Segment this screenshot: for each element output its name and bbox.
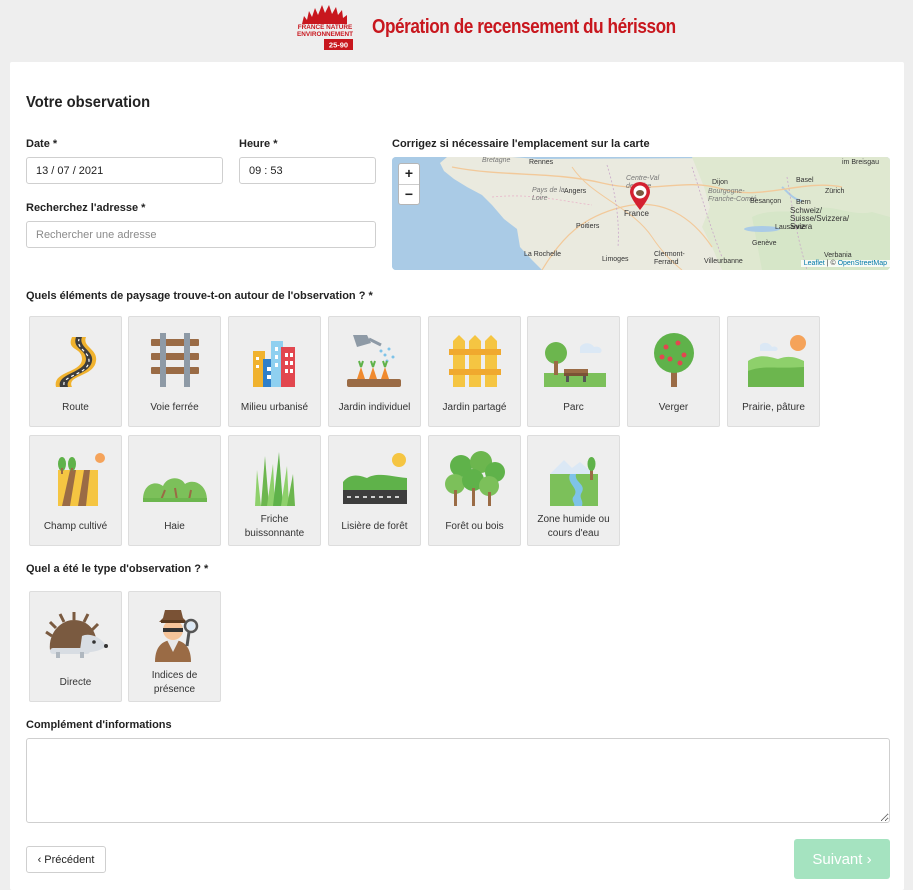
landscape-option-jardin-partage[interactable]: Jardin partagé: [428, 316, 521, 427]
map-place-poitiers: Poitiers: [576, 223, 600, 230]
map-zoom-control: + −: [398, 163, 420, 205]
tile-label: Voie ferrée: [150, 402, 199, 413]
section-title: Votre observation: [26, 94, 151, 111]
tile-label: Jardin partagé: [442, 402, 507, 413]
hedge-icon: [142, 478, 207, 502]
map-place-dijon: Dijon: [712, 179, 728, 186]
tile-label: Zone humide ou cours d'eau: [537, 514, 610, 539]
tile-label: Route: [62, 402, 89, 413]
tile-label: Champ cultivé: [43, 521, 108, 532]
tile-label: Prairie, pâture: [742, 402, 805, 413]
logo-line-1: FRANCE NATURE: [298, 24, 353, 31]
observation-option-indices[interactable]: Indices de présence: [128, 591, 221, 702]
forest-edge-icon: [342, 453, 407, 504]
observation-option-directe[interactable]: Directe: [29, 591, 122, 702]
map-place-villeurbanne: Villeurbanne: [704, 258, 743, 265]
tile-label: Lisière de forêt: [341, 521, 408, 532]
map-place-basel: Basel: [796, 177, 814, 184]
landscape-label: Quels éléments de paysage trouve-t-on au…: [26, 290, 373, 302]
fence-icon: [448, 335, 501, 387]
map-place-pays-loire: Pays de la Loire: [532, 187, 565, 202]
osm-link[interactable]: OpenStreetMap: [838, 260, 887, 267]
date-input[interactable]: [26, 157, 223, 184]
tile-label: Forêt ou bois: [445, 521, 504, 532]
forest-icon: [444, 451, 505, 506]
next-button[interactable]: Suivant ›: [794, 839, 890, 879]
landscape-option-voie-ferree[interactable]: Voie ferrée: [128, 316, 221, 427]
map-place-bretagne: Bretagne: [482, 157, 511, 164]
complement-textarea[interactable]: [26, 738, 890, 823]
map-label: Corrigez si nécessaire l'emplacement sur…: [392, 138, 650, 150]
logo-line-3: 25-90: [329, 41, 348, 50]
tile-label: Parc: [563, 402, 584, 413]
fne-logo-icon: FRANCE NATURE ENVIRONNEMENT 25-90: [297, 5, 353, 50]
detective-icon: [154, 610, 198, 662]
hedgehog-icon: [44, 612, 108, 658]
zoom-in-button[interactable]: +: [399, 164, 419, 184]
time-input[interactable]: [239, 157, 376, 184]
tile-label: Milieu urbanisé: [240, 402, 309, 413]
landscape-option-prairie[interactable]: Prairie, pâture: [727, 316, 820, 427]
landscape-option-parc[interactable]: Parc: [527, 316, 620, 427]
city-icon: [252, 341, 295, 387]
orchard-tree-icon: [653, 333, 694, 387]
wetland-icon: [549, 457, 598, 506]
landscape-option-zone-humide[interactable]: Zone humide ou cours d'eau: [527, 435, 620, 546]
landscape-option-friche[interactable]: Friche buissonnante: [228, 435, 321, 546]
map-place-clermont: Clermont-Ferrand: [654, 251, 685, 266]
landscape-option-lisiere[interactable]: Lisière de forêt: [328, 435, 421, 546]
map-marker-icon[interactable]: [628, 181, 652, 211]
landscape-option-milieu-urbanise[interactable]: Milieu urbanisé: [228, 316, 321, 427]
landscape-option-jardin-individuel[interactable]: Jardin individuel: [328, 316, 421, 427]
time-label: Heure *: [239, 138, 278, 150]
map-place-geneve: Genève: [752, 240, 777, 247]
map-place-breisgau: im Breisgau: [842, 159, 879, 166]
map-place-schweiz: Schweiz/ Suisse/Svizzera/ Svizra: [790, 206, 850, 231]
tile-label: Indices de présence: [151, 670, 198, 695]
map-place-bern: Bern: [796, 199, 811, 206]
attribution-separator: | ©: [824, 260, 838, 267]
location-map[interactable]: Bretagne Rennes Angers Pays de la Loire …: [392, 157, 890, 270]
leaflet-link[interactable]: Leaflet: [804, 260, 825, 267]
map-place-rennes: Rennes: [529, 159, 554, 166]
tile-label: Haie: [164, 521, 185, 532]
park-bench-icon: [543, 342, 606, 387]
map-place-verbania: Verbania: [824, 252, 852, 259]
landscape-option-foret[interactable]: Forêt ou bois: [428, 435, 521, 546]
date-label: Date *: [26, 138, 58, 150]
map-place-zurich: Zürich: [825, 188, 845, 195]
landscape-option-verger[interactable]: Verger: [627, 316, 720, 427]
observation-type-label: Quel a été le type d'observation ? *: [26, 563, 209, 575]
landscape-option-champ-cultive[interactable]: Champ cultivé: [29, 435, 122, 546]
map-place-la-rochelle: La Rochelle: [524, 251, 561, 258]
address-search-input[interactable]: [26, 221, 376, 248]
garden-watering-icon: [346, 335, 401, 387]
zoom-out-button[interactable]: −: [399, 184, 419, 204]
field-icon: [57, 453, 105, 506]
tile-label: Jardin individuel: [338, 402, 411, 413]
map-place-limoges: Limoges: [602, 256, 629, 263]
landscape-option-route[interactable]: Route: [29, 316, 122, 427]
road-icon: [55, 337, 96, 387]
tile-label: Friche buissonnante: [244, 514, 305, 539]
railway-icon: [150, 333, 199, 387]
tile-label: Verger: [658, 402, 689, 413]
complement-label: Complément d'informations: [26, 719, 172, 731]
map-place-besancon: Besançon: [750, 198, 782, 205]
meadow-icon: [747, 335, 806, 387]
landscape-option-haie[interactable]: Haie: [128, 435, 221, 546]
tile-label: Directe: [59, 677, 92, 688]
address-label: Recherchez l'adresse *: [26, 202, 146, 214]
tall-grass-icon: [254, 452, 295, 506]
logo-line-2: ENVIRONNEMENT: [297, 31, 353, 38]
map-attribution: Leaflet | © OpenStreetMap: [800, 260, 890, 267]
site-title: Opération de recensement du hérisson: [372, 16, 676, 38]
previous-button[interactable]: ‹ Précédent: [26, 846, 106, 873]
site-header: FRANCE NATURE ENVIRONNEMENT 25-90 Opérat…: [0, 0, 913, 62]
